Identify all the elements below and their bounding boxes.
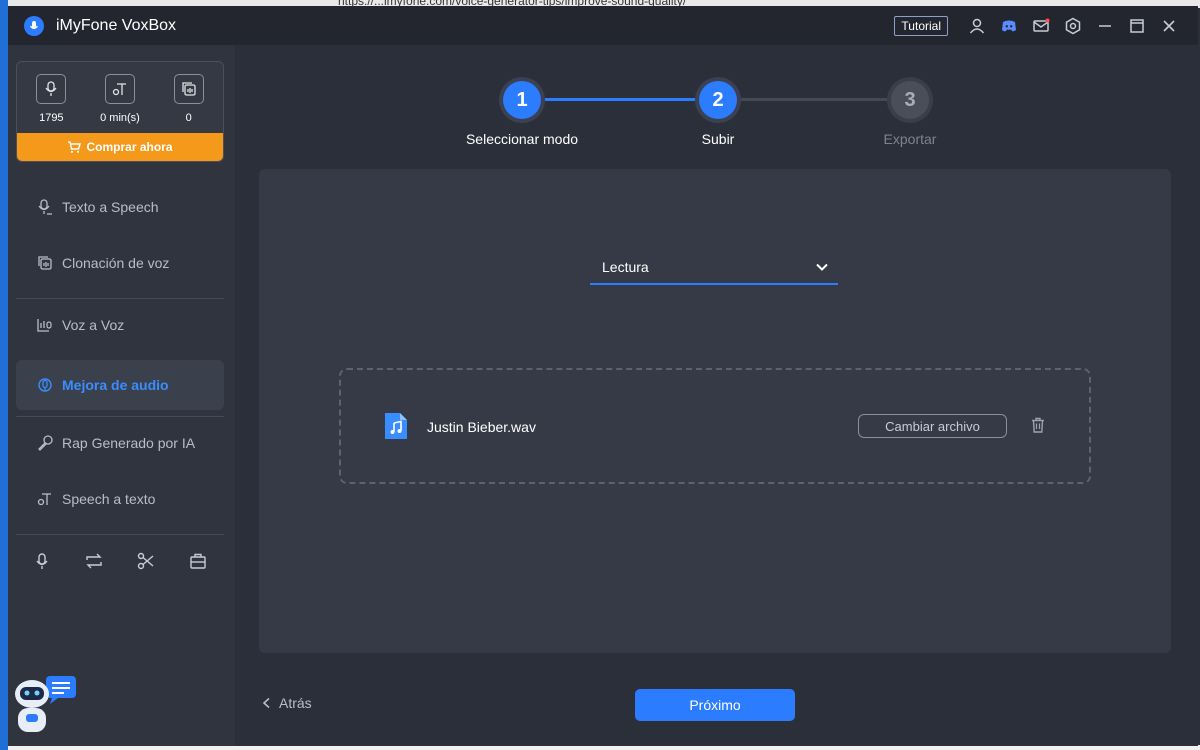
step-1-label: Seleccionar modo bbox=[465, 131, 579, 147]
desktop-edge bbox=[0, 0, 8, 750]
chevron-down-icon bbox=[816, 263, 828, 271]
step-connector-todo bbox=[735, 98, 913, 101]
sidebar-item-label: Texto a Speech bbox=[62, 199, 159, 215]
sidebar-item-voice-clone[interactable]: Clonación de voz bbox=[16, 238, 224, 288]
app-logo-icon bbox=[24, 15, 44, 36]
close-icon[interactable] bbox=[1160, 17, 1178, 35]
maximize-icon[interactable] bbox=[1128, 17, 1146, 35]
stat-clone-value: 0 bbox=[185, 112, 192, 124]
step-connector-done bbox=[541, 98, 721, 101]
step-2-circle: 2 bbox=[699, 81, 737, 119]
minimize-icon[interactable] bbox=[1096, 17, 1114, 35]
change-file-button[interactable]: Cambiar archivo bbox=[858, 414, 1007, 438]
mode-dropdown-value: Lectura bbox=[602, 259, 649, 275]
cut-icon[interactable] bbox=[135, 550, 157, 572]
step-3-label: Exportar bbox=[883, 131, 937, 147]
upload-panel: Lectura Justin Bieber.wav Cambiar archiv… bbox=[259, 169, 1171, 653]
file-drop-zone[interactable]: Justin Bieber.wav Cambiar archivo bbox=[339, 368, 1091, 484]
sidebar-item-ai-rap[interactable]: Rap Generado por IA bbox=[16, 418, 224, 468]
sidebar-item-text-to-speech[interactable]: Texto a Speech bbox=[16, 182, 224, 232]
toolbox-icon[interactable] bbox=[187, 550, 209, 572]
user-icon[interactable] bbox=[968, 17, 986, 35]
sidebar-item-label: Rap Generado por IA bbox=[62, 435, 196, 451]
buy-now-button[interactable]: Comprar ahora bbox=[17, 133, 223, 161]
chevron-left-icon bbox=[262, 697, 270, 709]
settings-icon[interactable] bbox=[1064, 17, 1082, 35]
credits-card: 1795 0 min(s) 0 Comprar ahora bbox=[16, 61, 224, 162]
trash-icon[interactable] bbox=[1029, 416, 1047, 434]
app-window: iMyFone VoxBox Tutorial 1795 0 min(s) 0 … bbox=[8, 6, 1198, 746]
tutorial-button[interactable]: Tutorial bbox=[894, 15, 948, 36]
progress-steps: 1 2 3 Seleccionar modo Subir Exportar bbox=[235, 45, 1198, 165]
mail-icon[interactable] bbox=[1032, 17, 1050, 35]
discord-icon[interactable] bbox=[1000, 17, 1018, 35]
sidebar-tools bbox=[16, 550, 224, 572]
audio-enhance-icon bbox=[36, 376, 54, 394]
file-name: Justin Bieber.wav bbox=[427, 419, 536, 435]
audio-file-icon bbox=[385, 413, 407, 439]
record-icon[interactable] bbox=[31, 550, 53, 572]
sidebar-divider bbox=[16, 534, 224, 535]
assistant-robot-icon[interactable] bbox=[10, 672, 80, 742]
step-3-circle: 3 bbox=[891, 81, 929, 119]
back-button[interactable]: Atrás bbox=[261, 695, 312, 711]
sidebar-item-label: Clonación de voz bbox=[62, 255, 170, 271]
title-bar-actions: Tutorial bbox=[894, 6, 1178, 45]
app-title: iMyFone VoxBox bbox=[56, 16, 177, 34]
ai-rap-icon bbox=[36, 434, 54, 452]
stat-time: 0 min(s) bbox=[90, 74, 150, 124]
back-label: Atrás bbox=[279, 695, 312, 711]
next-button[interactable]: Próximo bbox=[635, 689, 795, 721]
sidebar-divider bbox=[16, 416, 224, 417]
sidebar-divider bbox=[16, 298, 224, 299]
stat-speech-value: 1795 bbox=[39, 112, 64, 124]
sidebar-item-label: Voz a Voz bbox=[62, 317, 125, 333]
mode-dropdown[interactable]: Lectura bbox=[590, 251, 838, 285]
sidebar-item-speech-to-text[interactable]: Speech a texto bbox=[16, 474, 224, 524]
speech-credits-icon bbox=[36, 74, 67, 104]
time-credits-icon bbox=[104, 74, 135, 104]
step-2-label: Subir bbox=[701, 131, 735, 147]
step-1-circle: 1 bbox=[503, 81, 541, 119]
title-bar: iMyFone VoxBox Tutorial bbox=[8, 6, 1198, 45]
stat-time-value: 0 min(s) bbox=[100, 112, 140, 124]
credits-row: 1795 0 min(s) 0 bbox=[17, 62, 223, 124]
speech-to-text-icon bbox=[36, 490, 54, 508]
sidebar-item-label: Speech a texto bbox=[62, 491, 156, 507]
voice-clone-icon bbox=[36, 254, 54, 272]
sidebar-item-voice-to-voice[interactable]: Voz a Voz bbox=[16, 300, 224, 350]
voice-to-voice-icon bbox=[36, 316, 54, 334]
sidebar-item-label: Mejora de audio bbox=[62, 377, 169, 393]
sidebar: 1795 0 min(s) 0 Comprar ahora Texto a Sp… bbox=[8, 45, 235, 746]
stat-speech: 1795 bbox=[21, 74, 81, 124]
buy-now-label: Comprar ahora bbox=[86, 140, 173, 154]
clone-credits-icon bbox=[173, 74, 204, 104]
stat-clone: 0 bbox=[159, 74, 219, 124]
convert-icon[interactable] bbox=[83, 550, 105, 572]
sidebar-item-audio-enhance[interactable]: Mejora de audio bbox=[16, 360, 224, 410]
cart-icon bbox=[68, 141, 82, 153]
main-area: 1 2 3 Seleccionar modo Subir Exportar Le… bbox=[235, 45, 1198, 746]
text-to-speech-icon bbox=[36, 198, 54, 216]
